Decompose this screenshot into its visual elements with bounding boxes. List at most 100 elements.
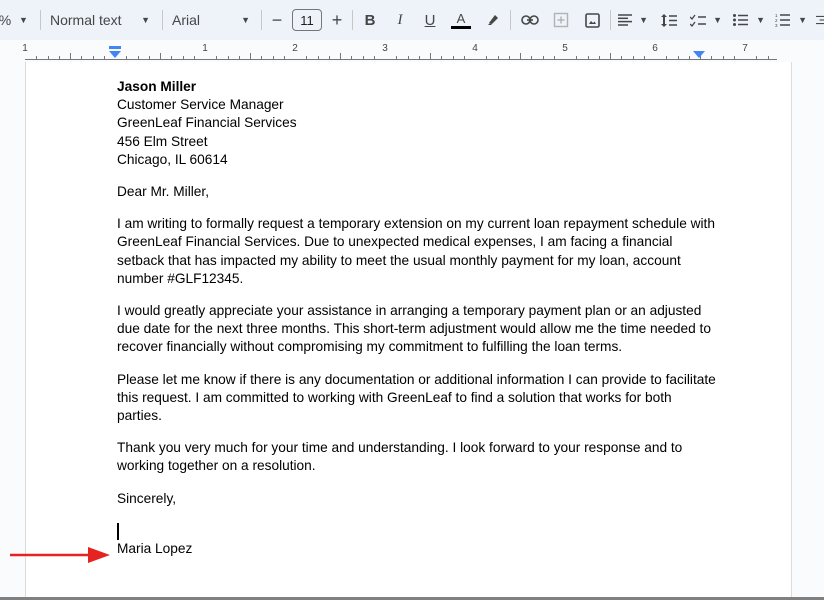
ruler-label: 7 [742,43,748,54]
ruler-tick [632,56,634,59]
salutation: Dear Mr. Miller, [117,184,210,200]
ruler-tick [261,56,263,59]
ruler-tick [452,56,454,59]
document-page[interactable]: Jason Miller Customer Service Manager Gr… [25,62,792,597]
ruler-tick [486,56,488,59]
ruler-tick [508,56,510,59]
toolbar-separator [261,10,262,30]
line-spacing-button[interactable] [660,6,678,34]
chevron-down-icon: ▼ [756,15,765,25]
numbered-list-icon: 123 [775,13,790,27]
italic-button[interactable]: I [392,6,408,34]
ruler[interactable]: 1 1 2 3 4 5 6 7 [0,40,824,62]
ruler-tick [160,53,161,59]
align-button[interactable]: ▼ [618,6,648,34]
ruler-tick [328,56,330,59]
ruler-tick [47,56,49,59]
insert-image-button[interactable] [583,6,601,34]
ruler-tick [497,56,499,59]
indent-button[interactable] [816,6,824,34]
ruler-tick [362,56,364,59]
body-paragraph: Please let me know if there is any docum… [117,371,716,424]
zoom-select[interactable]: % [0,6,11,34]
right-indent-marker[interactable] [693,51,705,59]
signature: Maria Lopez [117,541,193,557]
text-cursor [117,522,119,540]
ruler-tick [621,56,623,59]
ruler-tick [216,56,218,59]
recipient-title: Customer Service Manager [117,97,284,113]
ruler-tick [711,56,713,59]
recipient-company: GreenLeaf Financial Services [117,115,297,131]
ruler-tick [58,56,60,59]
ruler-label: 1 [22,43,28,54]
zoom-dropdown-caret[interactable]: ▼ [19,6,28,34]
chevron-down-icon: ▼ [241,15,250,25]
ruler-tick [688,56,690,59]
bold-button[interactable]: B [362,6,378,34]
align-left-icon [618,14,632,26]
paragraph-style-label: Normal text [50,12,122,28]
ruler-tick [70,53,71,59]
closing: Sincerely, [117,490,177,506]
ruler-label: 2 [292,43,298,54]
indent-icon [816,15,824,25]
insert-image-icon [584,12,600,28]
ruler-tick [531,56,533,59]
increase-font-size-button[interactable]: + [329,6,345,34]
bulleted-list-icon [733,14,748,26]
ruler-tick [677,56,679,59]
ruler-tick [92,56,94,59]
recipient-city: Chicago, IL 60614 [117,151,228,167]
font-size-input[interactable]: 11 [292,6,322,34]
checklist-button[interactable]: ▼ [690,6,722,34]
numbered-list-button[interactable]: 123 ▼ [775,6,807,34]
document-body[interactable]: Jason Miller Customer Service Manager Gr… [117,78,717,558]
ruler-tick [36,56,38,59]
ruler-tick [81,56,83,59]
ruler-tick [722,56,724,59]
toolbar: % ▼ Normal text ▼ Arial ▼ − 11 + B I U A… [0,0,824,40]
ruler-label: 1 [202,43,208,54]
ruler-tick [283,56,285,59]
text-color-swatch [451,25,471,29]
ruler-tick [351,56,353,59]
insert-link-button[interactable] [520,6,540,34]
ruler-tick [148,56,150,59]
text-color-button[interactable]: A [451,6,471,34]
chevron-down-icon: ▼ [639,15,648,25]
font-select[interactable]: Arial ▼ [172,6,250,34]
toolbar-separator [40,10,41,30]
body-paragraph: Thank you very much for your time and un… [117,440,683,474]
ruler-tick [610,53,611,59]
chevron-down-icon: ▼ [141,15,150,25]
paragraph-style-select[interactable]: Normal text ▼ [50,6,150,34]
cursor-line[interactable] [117,522,717,540]
bulleted-list-button[interactable]: ▼ [733,6,765,34]
highlight-button[interactable] [485,6,501,34]
add-comment-icon [553,12,569,28]
ruler-tick [306,56,308,59]
decrease-font-size-button[interactable]: − [268,6,286,34]
ruler-tick [126,56,128,59]
ruler-label: 3 [382,43,388,54]
left-indent-marker[interactable] [109,46,121,59]
ruler-tick [193,56,195,59]
ruler-tick [182,56,184,59]
ruler-label: 4 [472,43,478,54]
ruler-label: 5 [562,43,568,54]
toolbar-separator [162,10,163,30]
ruler-tick [542,56,544,59]
ruler-tick [171,56,173,59]
ruler-tick [733,56,735,59]
link-icon [521,15,539,25]
ruler-tick [553,56,555,59]
underline-button[interactable]: U [422,6,438,34]
red-arrow-annotation [10,547,110,563]
toolbar-separator [610,10,611,30]
ruler-tick [520,53,521,59]
ruler-tick [430,53,431,59]
highlighter-icon [488,15,498,25]
add-comment-button[interactable] [552,6,570,34]
ruler-tick [598,56,600,59]
